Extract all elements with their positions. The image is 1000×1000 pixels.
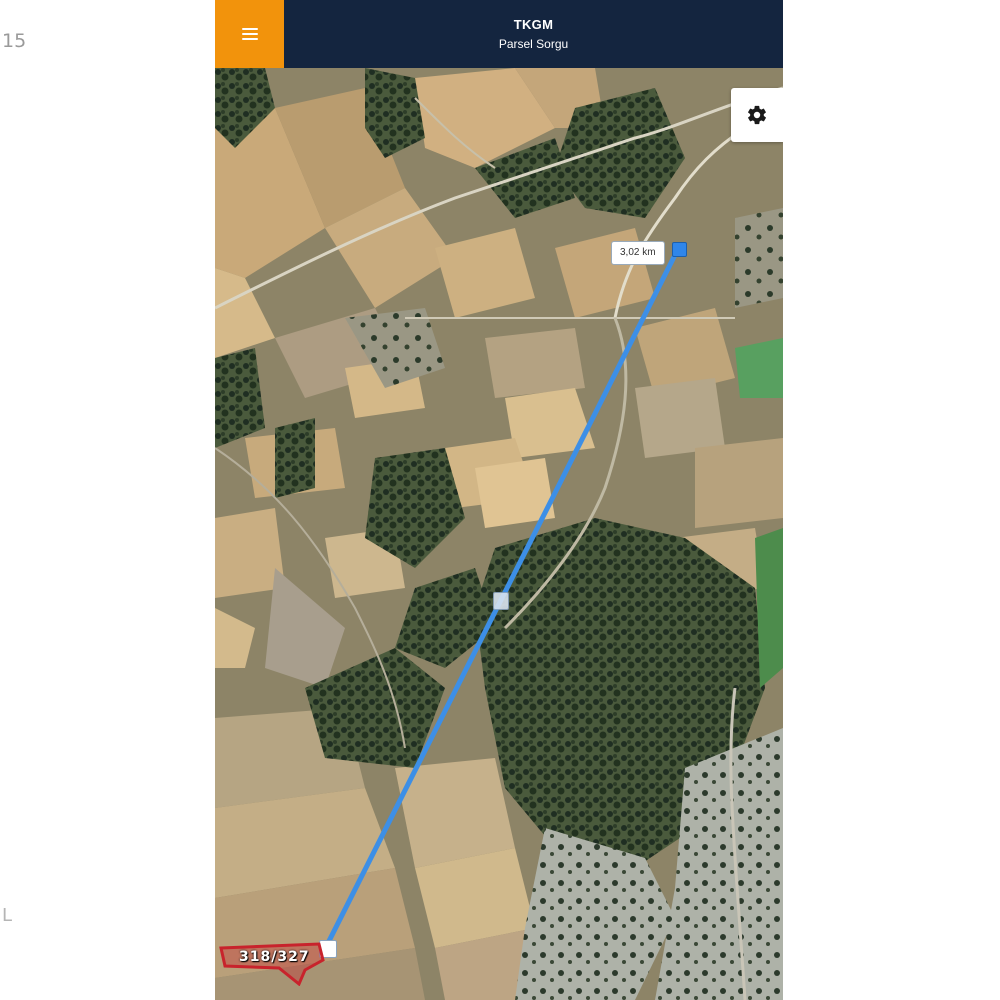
distance-label: 3,02 km xyxy=(611,241,665,265)
parcel-marker[interactable]: 318/327 xyxy=(219,942,327,986)
app-title: TKGM xyxy=(513,17,554,32)
menu-button[interactable] xyxy=(215,0,284,68)
settings-button[interactable] xyxy=(731,88,783,142)
measure-mid-point[interactable] xyxy=(493,592,509,610)
side-number: 15 xyxy=(2,30,27,52)
measure-end-point[interactable] xyxy=(672,242,687,257)
app-header: TKGM Parsel Sorgu xyxy=(215,0,783,68)
phone-screen: TKGM Parsel Sorgu 3,02 km 318/327 xyxy=(215,0,783,1000)
parcel-label: 318/327 xyxy=(239,949,310,965)
gear-icon xyxy=(748,105,766,125)
map-imagery xyxy=(215,68,783,1000)
title-block: TKGM Parsel Sorgu xyxy=(284,0,783,68)
satellite-map[interactable] xyxy=(215,68,783,1000)
side-letter: L xyxy=(2,905,13,926)
hamburger-icon xyxy=(241,28,258,40)
app-subtitle: Parsel Sorgu xyxy=(498,37,569,51)
